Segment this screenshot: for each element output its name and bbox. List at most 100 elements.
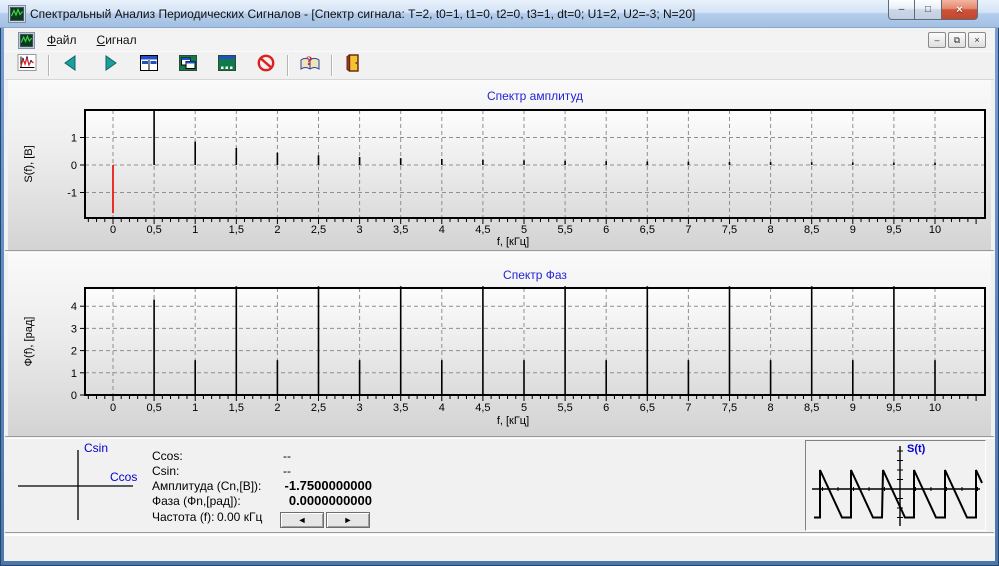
svg-text:0: 0 xyxy=(71,160,77,172)
window-maximize-button[interactable]: □ xyxy=(915,0,941,20)
next-harmonic-step-button[interactable]: ► xyxy=(326,512,370,528)
svg-text:7: 7 xyxy=(685,402,691,414)
svg-text:0: 0 xyxy=(110,224,116,236)
svg-text:3,5: 3,5 xyxy=(393,402,408,414)
stop-icon xyxy=(256,53,276,78)
signal-preview-label: S(t) xyxy=(907,443,925,455)
phase-spectrum-chart: 00,511,522,533,544,555,566,577,588,599,5… xyxy=(8,253,991,437)
app-window: Спектральный Анализ Периодических Сигнал… xyxy=(0,0,999,566)
svg-text:2: 2 xyxy=(274,402,280,414)
document-icon[interactable] xyxy=(18,32,35,49)
next-harmonic-button[interactable] xyxy=(96,53,123,78)
svg-text:7,5: 7,5 xyxy=(722,402,737,414)
amplitude-spectrum-chart: 00,511,522,533,544,555,566,577,588,599,5… xyxy=(8,80,991,251)
mdi-minimize-icon: – xyxy=(934,35,939,45)
svg-text:10: 10 xyxy=(929,402,941,414)
right-triangle-icon: ► xyxy=(344,515,353,525)
svg-text:4: 4 xyxy=(71,301,77,313)
mdi-close-button[interactable]: × xyxy=(968,32,986,48)
chart-title: Спектр Фаз xyxy=(503,268,567,282)
svg-text:6,5: 6,5 xyxy=(640,224,655,236)
mdi-minimize-button[interactable]: – xyxy=(928,32,946,48)
tile-windows-button[interactable] xyxy=(135,53,162,78)
svg-text:8,5: 8,5 xyxy=(804,224,819,236)
spectrum-chart-button[interactable] xyxy=(13,53,40,78)
menubar: Файл Сигнал – ⧉ × xyxy=(5,29,994,51)
svg-text:1: 1 xyxy=(71,368,77,380)
cascade-windows-button[interactable] xyxy=(174,53,201,78)
ccos-axis-label: Ccos xyxy=(110,470,137,484)
y-axis-label: S(f), [В] xyxy=(23,145,35,182)
chart-title: Спектр амплитуд xyxy=(487,89,583,103)
amplitude-label: Амплитуда (Cn,[В]): xyxy=(152,479,261,493)
svg-text:10: 10 xyxy=(929,224,941,236)
svg-text:2,5: 2,5 xyxy=(311,224,326,236)
right-arrow-icon xyxy=(100,53,120,78)
left-triangle-icon: ◄ xyxy=(298,515,307,525)
toolbar-separator xyxy=(48,55,50,76)
amplitude-spectrum-panel: 00,511,522,533,544,555,566,577,588,599,5… xyxy=(8,80,991,251)
help-button[interactable]: ? xyxy=(296,53,323,78)
svg-text:8: 8 xyxy=(768,224,774,236)
cascade-windows-icon xyxy=(178,53,198,78)
svg-text:4: 4 xyxy=(439,224,445,236)
menu-signal[interactable]: Сигнал xyxy=(89,31,145,49)
svg-text:9: 9 xyxy=(850,402,856,414)
phase-spectrum-panel: 00,511,522,533,544,555,566,577,588,599,5… xyxy=(8,253,991,437)
svg-text:5,5: 5,5 xyxy=(557,224,572,236)
x-axis-label: f, [кГц] xyxy=(497,236,529,248)
phase-label: Фаза (Фn,[рад]): xyxy=(152,494,241,508)
svg-text:6,5: 6,5 xyxy=(640,402,655,414)
x-axis-label: f, [кГц] xyxy=(497,415,529,427)
svg-text:7,5: 7,5 xyxy=(722,224,737,236)
spectrum-chart-icon xyxy=(17,53,37,78)
csin-ccos-axes xyxy=(4,439,149,532)
svg-text:3,5: 3,5 xyxy=(393,224,408,236)
prev-harmonic-button[interactable] xyxy=(57,53,84,78)
svg-text:1,5: 1,5 xyxy=(229,224,244,236)
svg-text:0: 0 xyxy=(71,390,77,402)
svg-text:6: 6 xyxy=(603,402,609,414)
csin-label: Csin: xyxy=(152,464,179,478)
toolbar: ? xyxy=(5,51,994,80)
svg-text:4: 4 xyxy=(439,402,445,414)
stop-button[interactable] xyxy=(252,53,279,78)
svg-text:0: 0 xyxy=(110,402,116,414)
svg-text:3: 3 xyxy=(357,224,363,236)
ccos-value: -- xyxy=(283,449,291,463)
close-icon: × xyxy=(956,4,962,16)
csin-axis-label: Csin xyxy=(84,441,108,455)
maximize-icon: □ xyxy=(925,4,931,15)
svg-text:9,5: 9,5 xyxy=(886,224,901,236)
prev-harmonic-step-button[interactable]: ◄ xyxy=(280,512,324,528)
arrange-icons-button[interactable] xyxy=(213,53,240,78)
svg-text:1: 1 xyxy=(71,133,77,145)
tile-windows-icon xyxy=(139,53,159,78)
mdi-restore-button[interactable]: ⧉ xyxy=(948,32,966,48)
svg-text:2: 2 xyxy=(274,224,280,236)
menu-file[interactable]: Файл xyxy=(39,31,85,49)
arrange-icons-icon xyxy=(217,53,237,78)
ccos-label: Ccos: xyxy=(152,449,183,463)
signal-preview: S(t) xyxy=(805,440,986,531)
exit-button[interactable] xyxy=(340,53,367,78)
help-book-icon: ? xyxy=(299,53,321,78)
window-title: Спектральный Анализ Периодических Сигнал… xyxy=(30,0,695,28)
toolbar-separator xyxy=(331,55,333,76)
svg-text:9: 9 xyxy=(850,224,856,236)
titlebar: Спектральный Анализ Периодических Сигнал… xyxy=(0,0,999,28)
statusbar xyxy=(4,535,995,561)
amplitude-value: -1.7500000000 xyxy=(276,478,372,493)
window-close-button[interactable]: × xyxy=(941,0,978,20)
minimize-icon: – xyxy=(899,4,905,15)
mdi-close-icon: × xyxy=(974,35,979,45)
app-icon xyxy=(8,5,26,23)
toolbar-separator xyxy=(287,55,289,76)
svg-text:2,5: 2,5 xyxy=(311,402,326,414)
phase-value: 0.0000000000 xyxy=(276,493,372,508)
svg-text:1,5: 1,5 xyxy=(229,402,244,414)
svg-text:3: 3 xyxy=(71,323,77,335)
frequency-label: Частота (f): xyxy=(152,510,214,524)
window-minimize-button[interactable]: – xyxy=(888,0,915,20)
svg-text:4,5: 4,5 xyxy=(475,402,490,414)
